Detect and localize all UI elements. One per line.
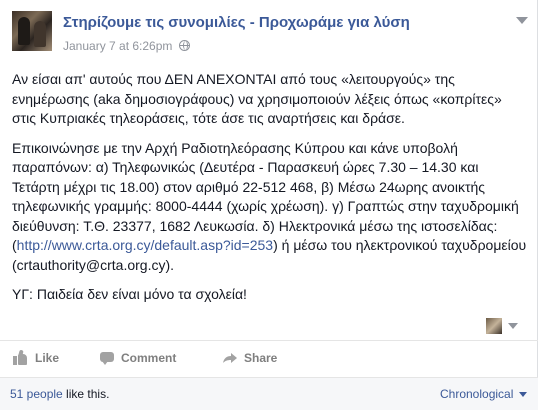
comment-bubble-icon bbox=[99, 351, 115, 365]
like-count-link[interactable]: 51 people bbox=[10, 387, 63, 401]
avatar-figure bbox=[34, 21, 46, 47]
page-name-link[interactable]: Στηρίζουμε τις συνομιλίες - Προχωράμε γι… bbox=[63, 14, 410, 31]
post-options-chevron-icon[interactable] bbox=[516, 17, 528, 24]
action-bar: Like Comment Share bbox=[0, 340, 538, 377]
comment-order-dropdown[interactable]: Chronological bbox=[440, 387, 528, 401]
chevron-down-icon[interactable] bbox=[508, 323, 518, 329]
post-meta: January 7 at 6:26pm bbox=[63, 39, 190, 53]
post-paragraph: Επικοινώνησε με την Αρχή Ραδιοτηλεόρασης… bbox=[12, 139, 527, 276]
viewer-avatar[interactable] bbox=[486, 318, 502, 334]
post-text: Επικοινώνησε με την Αρχή Ραδιοτηλεόρασης… bbox=[12, 139, 519, 254]
post-footer: 51 people like this. Chronological bbox=[0, 377, 538, 410]
comment-order-label: Chronological bbox=[440, 387, 514, 401]
post-timestamp[interactable]: January 7 at 6:26pm bbox=[63, 39, 172, 53]
crta-link[interactable]: http://www.crta.org.cy/default.asp?id=25… bbox=[17, 237, 273, 253]
like-button[interactable]: Like bbox=[13, 349, 60, 365]
share-label: Share bbox=[244, 351, 278, 365]
post-paragraph: ΥΓ: Παιδεία δεν είναι μόνο τα σχολεία! bbox=[12, 286, 247, 302]
like-summary: 51 people like this. bbox=[10, 387, 109, 401]
post-paragraph: Αν είσαι απ' αυτούς που ΔΕΝ ΑΝΕΧΟΝΤΑΙ απ… bbox=[12, 71, 502, 126]
post-card: Στηρίζουμε τις συνομιλίες - Προχωράμε γι… bbox=[0, 0, 538, 410]
share-button[interactable]: Share bbox=[222, 351, 277, 365]
post-body: Αν είσαι απ' αυτούς που ΔΕΝ ΑΝΕΧΟΝΤΑΙ απ… bbox=[12, 70, 527, 315]
like-label: Like bbox=[35, 351, 60, 365]
page-avatar[interactable] bbox=[12, 11, 52, 51]
comment-button[interactable]: Comment bbox=[99, 351, 176, 365]
comment-label: Comment bbox=[121, 351, 177, 365]
caret-down-icon bbox=[519, 391, 528, 397]
avatar-figure bbox=[18, 17, 30, 45]
share-arrow-icon bbox=[222, 351, 238, 365]
thumbs-up-icon bbox=[13, 349, 29, 365]
like-summary-text: like this. bbox=[62, 387, 110, 401]
globe-icon bbox=[178, 40, 190, 51]
